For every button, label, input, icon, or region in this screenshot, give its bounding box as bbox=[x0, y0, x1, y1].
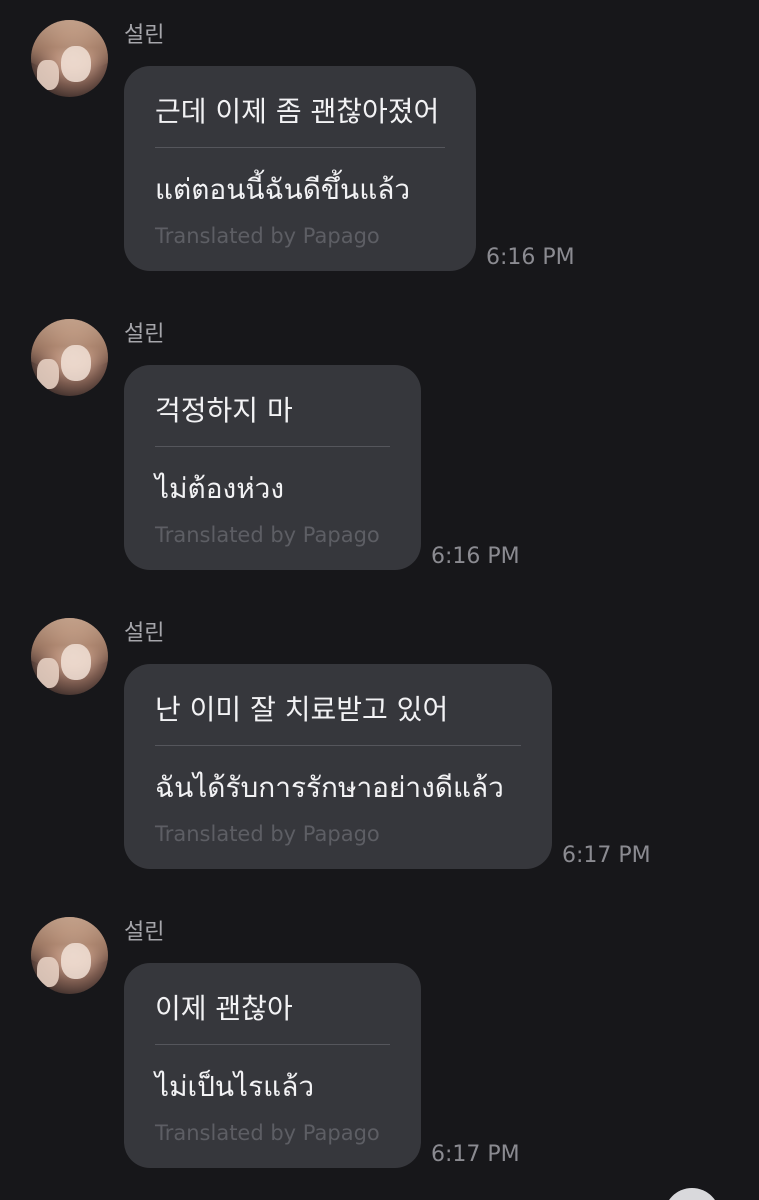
message-timestamp: 6:16 PM bbox=[431, 544, 520, 569]
translation-credit: Translated by Papago bbox=[155, 523, 380, 547]
sender-name: 설린 bbox=[124, 322, 165, 347]
message-group: 설린 근데 이제 좀 괜찮아졌어 แต่ตอนนี้ฉันดีขึ้นแล้ว … bbox=[0, 0, 759, 300]
avatar[interactable] bbox=[31, 917, 108, 994]
message-timestamp: 6:16 PM bbox=[486, 245, 575, 270]
avatar-face bbox=[61, 46, 91, 82]
avatar[interactable] bbox=[31, 20, 108, 97]
translated-text: แต่ตอนนี้ฉันดีขึ้นแล้ว bbox=[155, 173, 411, 206]
avatar-hand bbox=[37, 60, 59, 90]
chat-thread: 설린 근데 이제 좀 괜찮아졌어 แต่ตอนนี้ฉันดีขึ้นแล้ว … bbox=[0, 0, 759, 1200]
translation-divider bbox=[155, 745, 521, 746]
message-bubble[interactable]: 걱정하지 마 ไม่ต้องห่วง Translated by Papago bbox=[124, 365, 421, 570]
avatar-hand bbox=[37, 658, 59, 688]
avatar-face bbox=[61, 943, 91, 979]
original-text: 이제 괜찮아 bbox=[155, 992, 293, 1025]
message-bubble[interactable]: 근데 이제 좀 괜찮아졌어 แต่ตอนนี้ฉันดีขึ้นแล้ว Tra… bbox=[124, 66, 476, 271]
translated-text: ฉันได้รับการรักษาอย่างดีแล้ว bbox=[155, 771, 504, 804]
original-text: 근데 이제 좀 괜찮아졌어 bbox=[155, 95, 440, 128]
message-timestamp: 6:17 PM bbox=[562, 843, 651, 868]
translation-divider bbox=[155, 1044, 390, 1045]
translation-credit: Translated by Papago bbox=[155, 224, 380, 248]
original-text: 걱정하지 마 bbox=[155, 394, 293, 427]
message-group: 설린 걱정하지 마 ไม่ต้องห่วง Translated by Papa… bbox=[0, 299, 759, 599]
message-bubble[interactable]: 난 이미 잘 치료받고 있어 ฉันได้รับการรักษาอย่างดีแ… bbox=[124, 664, 552, 869]
avatar-face bbox=[61, 345, 91, 381]
message-bubble[interactable]: 이제 괜찮아 ไม่เป็นไรแล้ว Translated by Papag… bbox=[124, 963, 421, 1168]
translation-credit: Translated by Papago bbox=[155, 822, 380, 846]
translation-divider bbox=[155, 446, 390, 447]
translation-credit: Translated by Papago bbox=[155, 1121, 380, 1145]
translated-text: ไม่ต้องห่วง bbox=[155, 472, 285, 505]
message-group: 설린 난 이미 잘 치료받고 있어 ฉันได้รับการรักษาอย่าง… bbox=[0, 598, 759, 898]
avatar-hand bbox=[37, 957, 59, 987]
translated-text: ไม่เป็นไรแล้ว bbox=[155, 1070, 315, 1103]
sender-name: 설린 bbox=[124, 621, 165, 646]
sender-name: 설린 bbox=[124, 920, 165, 945]
original-text: 난 이미 잘 치료받고 있어 bbox=[155, 693, 449, 726]
translation-divider bbox=[155, 147, 445, 148]
message-timestamp: 6:17 PM bbox=[431, 1142, 520, 1167]
avatar[interactable] bbox=[31, 319, 108, 396]
sender-name: 설린 bbox=[124, 23, 165, 48]
avatar[interactable] bbox=[31, 618, 108, 695]
avatar-hand bbox=[37, 359, 59, 389]
message-group: 설린 이제 괜찮아 ไม่เป็นไรแล้ว Translated by Pa… bbox=[0, 897, 759, 1197]
avatar-face bbox=[61, 644, 91, 680]
